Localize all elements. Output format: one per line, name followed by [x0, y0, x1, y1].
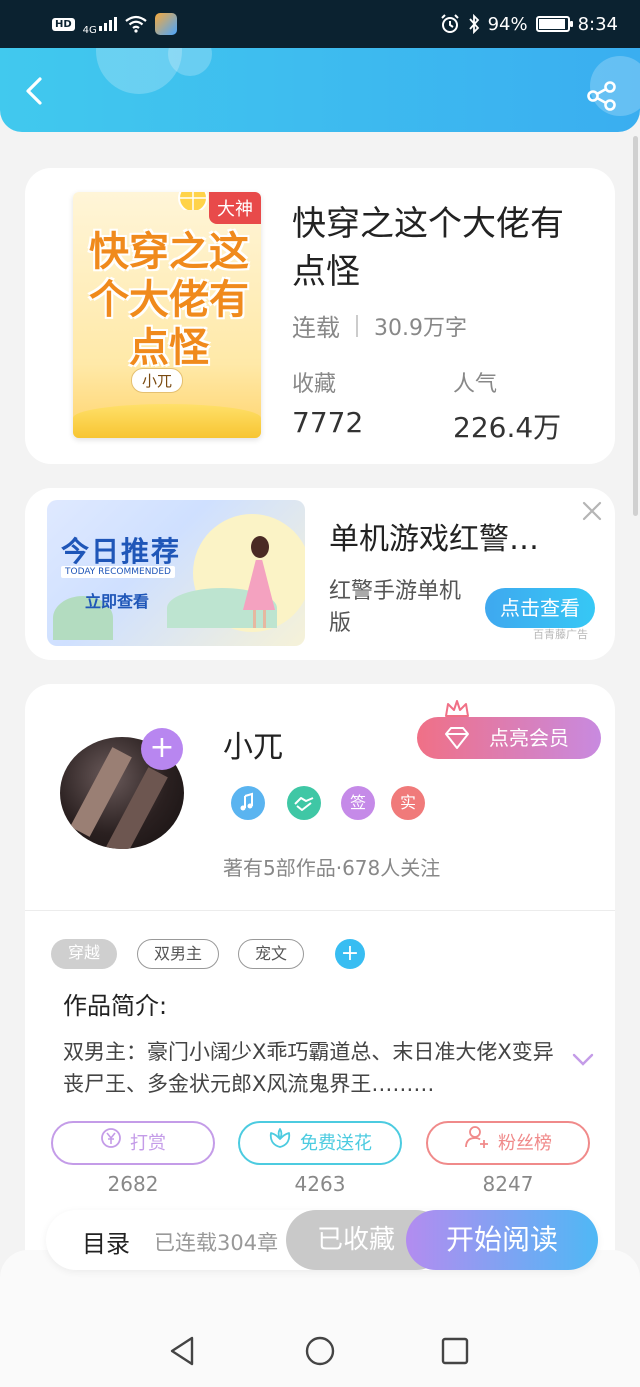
- tag-chip[interactable]: 双男主: [137, 939, 219, 969]
- book-cover[interactable]: 快穿之这个大佬有点怪 小兀 大神: [73, 192, 261, 438]
- diamond-icon: [445, 727, 469, 749]
- popularity-value: 226.4万: [453, 411, 562, 444]
- network-type: 4G: [82, 24, 97, 36]
- favorites-label: 收藏: [292, 372, 337, 397]
- fan-rank-label: 粉丝榜: [498, 1133, 552, 1154]
- bluetooth-icon: [468, 14, 479, 34]
- yen-coin-icon: [100, 1123, 122, 1165]
- nav-recents-icon[interactable]: [438, 1334, 472, 1368]
- ad-image[interactable]: 今日推荐 TODAY RECOMMENDED 立即查看: [47, 500, 305, 646]
- intro-label: 作品简介:: [63, 992, 168, 1020]
- ad-figure-head: [251, 536, 269, 558]
- hd-badge: HD: [52, 17, 75, 31]
- share-icon[interactable]: [586, 80, 618, 112]
- flower-icon: [268, 1123, 292, 1165]
- scrollbar[interactable]: [633, 136, 638, 516]
- toc-button[interactable]: 目录: [82, 1224, 130, 1259]
- follow-author-button[interactable]: +: [141, 728, 183, 770]
- chevron-left-icon[interactable]: [20, 76, 50, 106]
- lemon-decor-icon: [178, 192, 208, 210]
- nav-home-icon[interactable]: [303, 1334, 337, 1368]
- battery-percent: 94%: [487, 13, 528, 35]
- author-stats: 著有5部作品·678人关注: [223, 856, 441, 880]
- chevron-down-icon[interactable]: [571, 1052, 595, 1068]
- intro-text: 双男主：豪门小阔少X乖巧霸道总、末日准大佬X变异丧尸王、多金状元郎X风流鬼界王……: [63, 1040, 554, 1096]
- tip-count: 2682: [107, 1172, 159, 1196]
- ad-title: 单机游戏红警…: [329, 522, 539, 557]
- close-icon[interactable]: [581, 500, 603, 522]
- tag-chip[interactable]: 穿越: [51, 939, 117, 969]
- status-right: 94% 8:34: [440, 14, 618, 35]
- reading-bar: 目录 已连载304章 已收藏 开始阅读: [46, 1210, 598, 1270]
- word-count: 30.9万字: [374, 315, 467, 341]
- tip-label: 打赏: [130, 1133, 166, 1154]
- top-header: [0, 48, 640, 132]
- book-title: 快穿之这个大佬有点怪: [292, 204, 564, 292]
- tag-chip[interactable]: 宠文: [238, 939, 304, 969]
- wifi-icon: [125, 15, 147, 33]
- verified-author-badge[interactable]: 实: [391, 786, 425, 820]
- ad-source: 百青藤广告: [533, 628, 588, 641]
- ad-image-subtitle: TODAY RECOMMENDED: [61, 566, 175, 578]
- flower-count: 4263: [294, 1172, 346, 1196]
- fan-count: 8247: [482, 1172, 534, 1196]
- clock: 8:34: [577, 13, 618, 35]
- favorites-value: 7772: [292, 406, 364, 439]
- fan-rank-button[interactable]: 粉丝榜: [426, 1121, 590, 1165]
- start-reading-button[interactable]: 开始阅读: [406, 1210, 598, 1270]
- nav-back-icon[interactable]: [166, 1334, 200, 1368]
- add-tag-button[interactable]: +: [335, 939, 365, 969]
- author-name: 小兀: [223, 730, 283, 765]
- handshake-medal-icon[interactable]: [287, 786, 321, 820]
- signed-author-badge[interactable]: 签: [341, 786, 375, 820]
- book-info-card: 快穿之这个大佬有点怪 小兀 大神 快穿之这个大佬有点怪 连载 30.9万字 收藏…: [25, 168, 615, 464]
- ad-card[interactable]: 今日推荐 TODAY RECOMMENDED 立即查看 单机游戏红警… 红警手游…: [25, 488, 615, 660]
- status-left: HD 4G: [52, 13, 177, 36]
- ad-figure-leg: [253, 610, 256, 628]
- ad-image-cta: 立即查看: [85, 592, 150, 611]
- cover-author: 小兀: [131, 368, 184, 393]
- ad-view-button[interactable]: 点击查看: [485, 588, 595, 628]
- popularity-label: 人气: [453, 372, 498, 397]
- battery-icon: [535, 16, 573, 32]
- send-flower-button[interactable]: 免费送花: [238, 1121, 402, 1165]
- cover-badge: 大神: [209, 192, 261, 224]
- app-notification-icon: [154, 13, 177, 35]
- tip-button[interactable]: 打赏: [51, 1121, 215, 1165]
- serial-info: 已连载304章: [154, 1231, 279, 1255]
- status-bar: HD 4G 94% 8:34: [0, 0, 640, 48]
- music-medal-icon[interactable]: [231, 786, 265, 820]
- ad-figure-leg: [263, 610, 266, 628]
- cover-title: 快穿之这个大佬有点怪: [89, 229, 249, 371]
- fans-icon: [464, 1123, 490, 1165]
- book-status: 连载: [292, 314, 340, 342]
- cover-wave-decor: [73, 404, 261, 438]
- divider: [25, 910, 615, 911]
- book-meta: 连载 30.9万字: [292, 308, 467, 343]
- alarm-icon: [440, 14, 459, 33]
- ad-image-headline: 今日推荐: [61, 535, 182, 568]
- ad-description: 红警手游单机版: [329, 579, 462, 636]
- signal-icon: [98, 17, 117, 31]
- meta-divider: [356, 314, 358, 337]
- send-flower-label: 免费送花: [300, 1133, 372, 1154]
- battery-level-fill: [538, 19, 565, 29]
